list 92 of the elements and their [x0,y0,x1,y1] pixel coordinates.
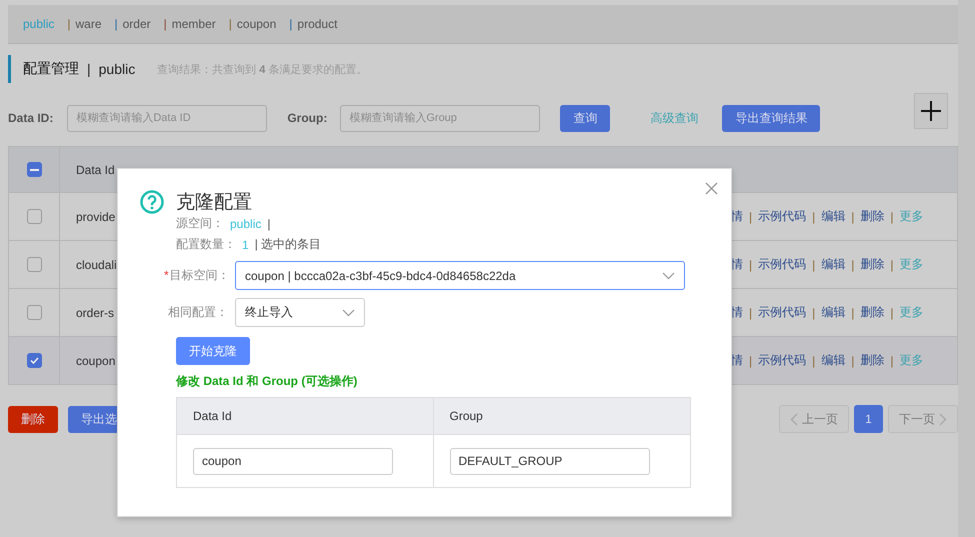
separator: | [890,210,894,224]
namespace-name: public [98,61,136,77]
target-namespace-select[interactable]: coupon | bccca02a-c3bf-45c9-bdc4-0d84658c22da [235,261,685,290]
action-link[interactable]: 情 [731,304,743,321]
namespace-tab[interactable]: coupon [236,17,276,31]
action-link[interactable]: 情 [731,352,743,369]
field-label: Group: [287,111,328,125]
selection-note: | 选中的条目 [254,236,322,253]
column-header: Group [434,398,690,435]
column-header: Data Id [177,398,434,435]
table-cell: provide [76,210,116,224]
separator: | [890,354,894,368]
field-label: 相同配置： [167,304,228,321]
page-title: 配置管理 [23,60,79,78]
action-link[interactable]: 删除 [860,208,884,225]
action-link[interactable]: 删除 [860,352,884,369]
conflict-policy-select[interactable]: 终止导入 [235,298,365,327]
action-link[interactable]: 情 [731,208,743,225]
separator: | [289,17,292,31]
separator: | [812,210,816,224]
separator: | [87,61,91,77]
export-button[interactable]: 导出查询结果 [722,104,820,132]
data-id-input[interactable]: 模糊查询请输入Data ID [67,104,268,132]
action-link[interactable]: 示例代码 [758,256,806,273]
separator: | [749,354,752,368]
separator: | [749,306,752,320]
config-count: 1 [242,238,249,252]
minus-icon [30,168,38,170]
namespace-tab[interactable]: member [172,17,216,31]
action-link[interactable]: 编辑 [821,304,846,321]
field-label: Data ID: [8,111,54,125]
separator: | [812,354,816,368]
query-button[interactable]: 查询 [560,104,610,132]
separator: | [164,17,167,31]
action-link[interactable]: 删除 [860,304,884,321]
separator: | [851,306,854,320]
action-link[interactable]: 情 [731,256,743,273]
action-link[interactable]: 删除 [860,256,884,273]
chevron-right-icon [939,412,947,426]
group-input[interactable]: DEFAULT_GROUP [450,448,650,474]
section-title: 修改 Data Id 和 Group (可选操作) [176,373,358,390]
scrollbar[interactable] [958,0,975,537]
field-label: 配置数量： [176,236,236,253]
row-checkbox[interactable] [26,353,42,368]
action-link[interactable]: 示例代码 [758,304,806,321]
separator: | [67,17,70,31]
separator: | [114,17,118,31]
action-link[interactable]: 编辑 [821,256,846,273]
separator: | [890,306,894,320]
row-checkbox[interactable] [26,209,42,224]
separator: | [749,258,752,272]
separator: | [749,210,752,224]
column-header: Data Id [76,162,115,176]
action-link[interactable]: 编辑 [821,352,846,369]
title-accent-bar [8,55,11,83]
data-id-input[interactable]: coupon [193,448,393,474]
namespace-tab[interactable]: order [122,17,151,31]
page-button[interactable]: 1 [854,405,883,433]
delete-button[interactable]: 删除 [8,406,58,432]
source-namespace: public [230,216,262,230]
select-all-checkbox[interactable] [26,162,42,177]
separator: | [228,17,232,31]
row-checkbox[interactable] [26,305,42,320]
table-cell: coupon [76,354,116,368]
separator: | [890,258,894,272]
group-input[interactable]: 模糊查询请输入Group [340,104,540,132]
separator: | [851,258,854,272]
action-link[interactable]: 示例代码 [758,208,806,225]
namespace-tab[interactable]: product [297,17,338,31]
table-cell: cloudali [76,258,117,272]
field-label: *目标空间： [164,267,228,284]
chevron-down-icon [662,272,675,280]
field-label: 源空间： [176,215,224,232]
plus-icon [920,100,942,122]
action-link[interactable]: 示例代码 [758,352,806,369]
action-link[interactable]: 编辑 [821,208,846,225]
dialog-title: 克隆配置 [176,191,252,215]
namespace-tab[interactable]: ware [75,17,102,31]
chevron-down-icon [342,308,355,316]
separator: | [812,258,816,272]
chevron-left-icon [790,412,798,426]
start-clone-button[interactable]: 开始克隆 [176,337,250,365]
row-checkbox[interactable] [26,257,42,272]
separator: | [851,354,854,368]
table-cell: order-s [76,306,114,320]
close-icon[interactable] [705,182,718,195]
separator: | [812,306,816,320]
separator: | [267,216,270,230]
add-button[interactable] [914,93,948,129]
check-icon [30,357,38,364]
separator: | [851,210,854,224]
question-icon [140,190,164,214]
